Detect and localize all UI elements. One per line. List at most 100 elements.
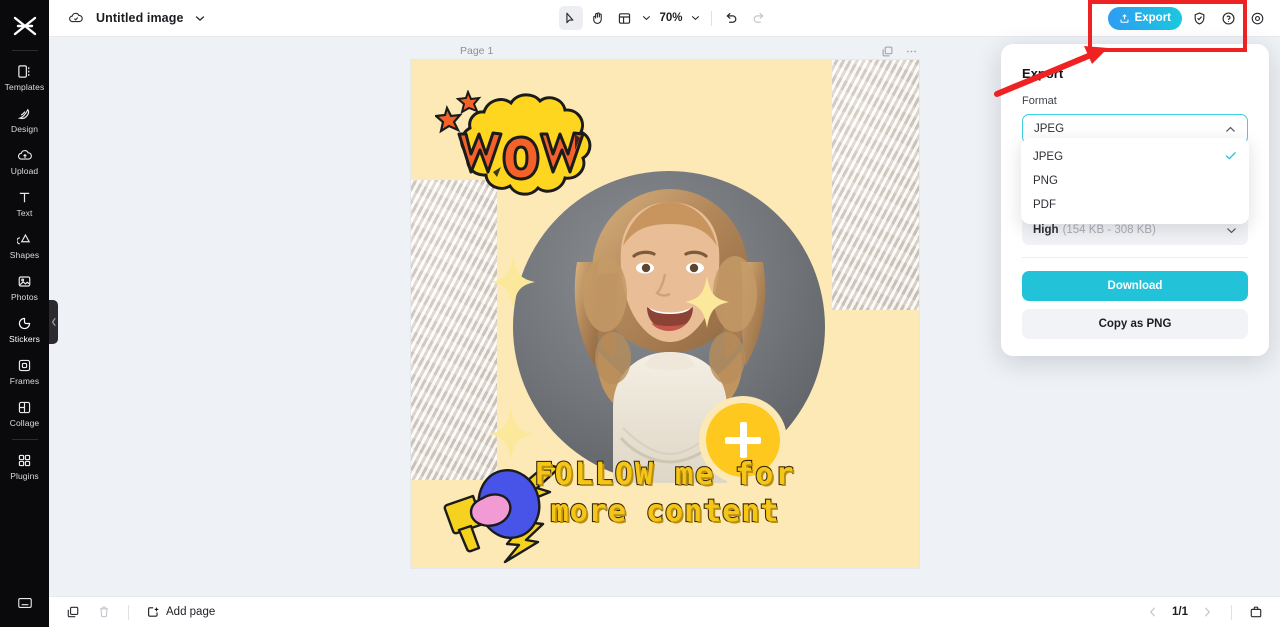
topbar-tools-group: 70% [558, 6, 770, 30]
sidebar-item-shapes[interactable]: Shapes [0, 223, 49, 265]
add-page-icon [146, 605, 160, 619]
format-option-pdf-label: PDF [1033, 199, 1056, 211]
design-icon [16, 104, 34, 122]
toolbar-separator [710, 10, 712, 26]
sidebar-label-plugins: Plugins [10, 471, 39, 481]
panel-divider [1022, 257, 1248, 258]
more-horizontal-icon[interactable] [902, 42, 920, 60]
topbar-right-group: Export [1107, 6, 1280, 30]
sparkle-icon[interactable] [685, 276, 729, 328]
question-circle-icon[interactable] [1216, 6, 1240, 30]
chevron-down-icon[interactable] [192, 10, 208, 26]
sidebar-label-collage: Collage [9, 418, 40, 428]
capcut-logo-icon [13, 16, 36, 36]
topbar-left-group: Untitled image [49, 6, 208, 30]
hand-icon[interactable] [585, 6, 609, 30]
sidebar-item-collage[interactable]: Collage [0, 391, 49, 433]
redo-icon [747, 6, 771, 30]
copy-button-label: Copy as PNG [1098, 318, 1172, 330]
frames-icon [16, 356, 34, 374]
sidebar-label-stickers: Stickers [8, 334, 41, 344]
sparkle-icon[interactable] [491, 256, 535, 308]
next-page-button[interactable] [1195, 600, 1219, 624]
download-button[interactable]: Download [1022, 271, 1248, 301]
prev-page-button[interactable] [1141, 600, 1165, 624]
sidebar-divider-top [11, 50, 38, 51]
plugins-icon [16, 451, 34, 469]
duplicate-icon[interactable] [878, 42, 896, 60]
sidebar-item-stickers[interactable]: Stickers [0, 307, 49, 349]
page-panel-icon[interactable] [1244, 600, 1268, 624]
top-toolbar: Untitled image 70% Export [49, 0, 1280, 37]
app-logo[interactable] [13, 8, 37, 44]
fabric-image-left[interactable] [411, 180, 497, 480]
format-label: Format [1022, 95, 1057, 107]
sidebar-item-upload[interactable]: Upload [0, 139, 49, 181]
bottom-right-group: 1/1 [1141, 600, 1268, 624]
sidebar-item-frames[interactable]: Frames [0, 349, 49, 391]
export-upload-icon [1120, 13, 1129, 23]
download-button-label: Download [1107, 280, 1163, 292]
quality-size: (154 KB - 308 KB) [1062, 223, 1156, 236]
shield-check-icon[interactable] [1187, 6, 1211, 30]
sidebar-label-design: Design [10, 124, 39, 134]
format-option-pdf[interactable]: PDF [1021, 193, 1249, 217]
format-select-value: JPEG [1034, 123, 1065, 135]
artboard[interactable]: FOLLOW me for more content [411, 60, 919, 568]
page-label: Page 1 [460, 45, 494, 57]
cursor-arrow-icon[interactable] [558, 6, 583, 30]
editor-root: Templates Design Upload Text Shapes Phot… [0, 0, 1280, 627]
photos-icon [16, 272, 34, 290]
format-dropdown-menu: JPEG PNG PDF [1021, 138, 1249, 224]
page-indicator: 1/1 [1172, 606, 1188, 618]
export-panel-title: Export [1022, 66, 1064, 81]
sparkle-icon[interactable] [489, 408, 533, 460]
sidebar-label-shapes: Shapes [9, 250, 40, 260]
shapes-icon [16, 230, 34, 248]
format-option-jpeg[interactable]: JPEG [1021, 145, 1249, 169]
zoom-chevron-down-icon[interactable] [689, 6, 703, 30]
text-icon [16, 188, 34, 206]
sidebar-workspace-button[interactable] [0, 587, 49, 617]
wow-sticker[interactable] [433, 89, 621, 220]
cloud-saved-icon[interactable] [64, 6, 88, 30]
bottom-bar: Add page 1/1 [49, 596, 1280, 627]
follow-line-1: FOLLOW me for [533, 456, 796, 493]
follow-line-2: more content [550, 493, 780, 530]
duplicate-page-icon[interactable] [61, 600, 85, 624]
sidebar-label-upload: Upload [10, 166, 39, 176]
sidebar-collapse-handle[interactable] [49, 300, 58, 344]
fabric-image-right[interactable] [832, 60, 919, 310]
sidebar-item-plugins[interactable]: Plugins [0, 444, 49, 486]
project-title[interactable]: Untitled image [96, 11, 184, 25]
format-option-jpeg-label: JPEG [1033, 151, 1064, 163]
page-tools-group [878, 42, 920, 60]
sidebar-item-templates[interactable]: Templates [0, 55, 49, 97]
follow-headline[interactable]: FOLLOW me for more content [411, 456, 919, 530]
export-button[interactable]: Export [1107, 6, 1182, 30]
layout-chevron-down-icon[interactable] [639, 6, 653, 30]
undo-icon[interactable] [720, 6, 744, 30]
collage-icon [16, 398, 34, 416]
bottom-right-separator [1231, 604, 1232, 620]
layout-icon[interactable] [612, 6, 636, 30]
bottom-separator [128, 604, 129, 620]
sidebar-label-text: Text [16, 208, 33, 218]
add-page-button[interactable]: Add page [141, 602, 220, 622]
gear-icon[interactable] [1245, 6, 1269, 30]
check-icon [1225, 151, 1237, 163]
format-option-png[interactable]: PNG [1021, 169, 1249, 193]
sidebar-divider-bottom [11, 439, 38, 440]
left-sidebar: Templates Design Upload Text Shapes Phot… [0, 0, 49, 627]
sidebar-item-photos[interactable]: Photos [0, 265, 49, 307]
zoom-level-value[interactable]: 70% [656, 12, 685, 24]
sidebar-item-text[interactable]: Text [0, 181, 49, 223]
copy-as-png-button[interactable]: Copy as PNG [1022, 309, 1248, 339]
chevron-up-icon [1225, 120, 1236, 138]
chevron-left-icon [51, 317, 56, 327]
workspace-icon [16, 594, 34, 612]
sidebar-label-photos: Photos [10, 292, 39, 302]
sidebar-item-design[interactable]: Design [0, 97, 49, 139]
templates-icon [16, 62, 34, 80]
bottom-left-group: Add page [61, 600, 220, 624]
